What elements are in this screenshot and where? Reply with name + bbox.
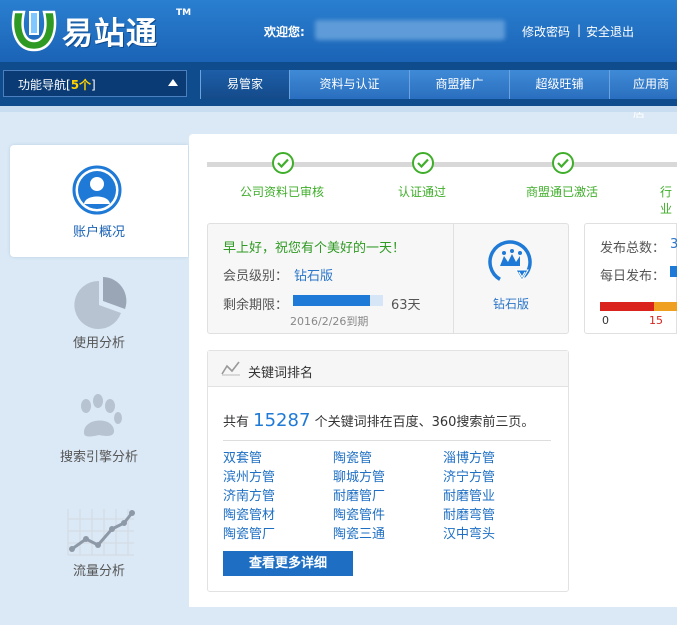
keyword-link[interactable]: 耐磨管业	[443, 485, 495, 504]
remaining-days: 63天	[391, 298, 421, 313]
view-more-details-button[interactable]: 查看更多详细	[223, 551, 353, 576]
member-level-value: 钻石版	[294, 269, 334, 284]
change-password-link[interactable]: 修改密码	[522, 23, 570, 40]
keyword-link[interactable]: 滨州方管	[223, 466, 275, 485]
publish-total-value: 3	[670, 237, 677, 252]
check-circle-icon	[412, 152, 434, 174]
sidebar-item-label: 使用分析	[72, 336, 125, 351]
remaining-term-bar	[293, 295, 370, 306]
keyword-link[interactable]: 陶瓷管厂	[223, 523, 275, 542]
header-separator: |	[577, 23, 582, 37]
publish-daily-label: 每日发布：	[600, 269, 666, 284]
logo-text: 易站通	[62, 16, 158, 52]
logo-u-icon	[11, 10, 57, 52]
keyword-link[interactable]: 陶瓷管材	[223, 504, 275, 523]
check-circle-icon	[272, 152, 294, 174]
keyword-card-title: 关键词排名	[248, 366, 314, 381]
tab-alliance-promotion[interactable]: 商盟推广	[409, 70, 509, 99]
keyword-link[interactable]: 济南方管	[223, 485, 275, 504]
keyword-link[interactable]: 双套管	[223, 447, 262, 466]
sidebar-item-label: 搜索引擎分析	[59, 450, 138, 465]
check-circle-icon	[552, 152, 574, 174]
member-level-label: 会员级别：	[223, 269, 289, 284]
keyword-link[interactable]: 汉中弯头	[443, 523, 495, 542]
step-label-industry: 行业	[660, 185, 673, 216]
step-label-certified: 认证通过	[398, 185, 447, 199]
keyword-count: 15287	[253, 410, 311, 431]
gauge-min-label: 0	[602, 314, 609, 327]
keyword-link[interactable]: 聊城方管	[333, 466, 385, 485]
sidebar-item-usage-analysis[interactable]: 使用分析	[10, 265, 188, 377]
keyword-link[interactable]: 耐磨弯管	[443, 504, 495, 523]
publish-gauge	[600, 302, 677, 311]
sidebar-item-label: 流量分析	[72, 564, 125, 579]
keyword-link[interactable]: 淄博方管	[443, 447, 495, 466]
remaining-term-label: 剩余期限：	[223, 298, 289, 313]
keyword-link[interactable]: 陶瓷管	[333, 447, 372, 466]
step-label-profile-reviewed: 公司资料已审核	[240, 185, 325, 199]
sidebar-item-label: 账户概况	[72, 225, 125, 240]
step-label-alliance-activated: 商盟通已激活	[526, 185, 599, 199]
caret-up-icon[interactable]	[168, 79, 178, 86]
user-icon	[72, 165, 122, 215]
trend-icon	[221, 361, 240, 376]
greeting-text: 早上好，祝您有个美好的一天！	[223, 241, 406, 256]
paw-icon	[81, 394, 122, 437]
sidebar-item-account-overview[interactable]: 账户概况	[10, 145, 188, 257]
tab-super-shop[interactable]: 超级旺铺	[509, 70, 609, 99]
diamond-badge-icon	[488, 240, 532, 284]
logo-trademark: TM	[176, 8, 192, 18]
keyword-link[interactable]: 耐磨管厂	[333, 485, 385, 504]
publish-total-label: 发布总数：	[600, 241, 666, 256]
keyword-divider	[223, 440, 551, 441]
line-chart-icon	[67, 509, 135, 556]
tab-yiguanjia[interactable]: 易管家	[200, 70, 289, 99]
keyword-link[interactable]: 济宁方管	[443, 466, 495, 485]
expiry-date: 2016/2/26到期	[290, 315, 369, 328]
sidebar-item-search-engine-analysis[interactable]: 搜索引擎分析	[10, 380, 188, 492]
publish-daily-bar	[670, 266, 677, 277]
tab-profile-certification[interactable]: 资料与认证	[289, 70, 409, 99]
function-nav-count: 5个	[70, 78, 92, 92]
gauge-mark-label: 15	[649, 314, 663, 327]
username-redacted	[315, 20, 505, 40]
diamond-badge-label: 钻石版	[493, 297, 530, 311]
keyword-link[interactable]: 陶瓷三通	[333, 523, 385, 542]
keyword-summary: 共有 15287 个关键词排在百度、360搜索前三页。	[223, 410, 535, 431]
welcome-label: 欢迎您:	[264, 25, 305, 39]
keyword-link[interactable]: 陶瓷管件	[333, 504, 385, 523]
tab-app-store[interactable]: 应用商店	[609, 70, 677, 120]
function-nav-label: 功能导航[5个]	[18, 78, 96, 92]
sidebar-item-traffic-analysis[interactable]: 流量分析	[10, 495, 188, 607]
pie-chart-icon	[74, 277, 127, 329]
card-divider	[453, 224, 454, 333]
logout-link[interactable]: 安全退出	[586, 23, 634, 40]
